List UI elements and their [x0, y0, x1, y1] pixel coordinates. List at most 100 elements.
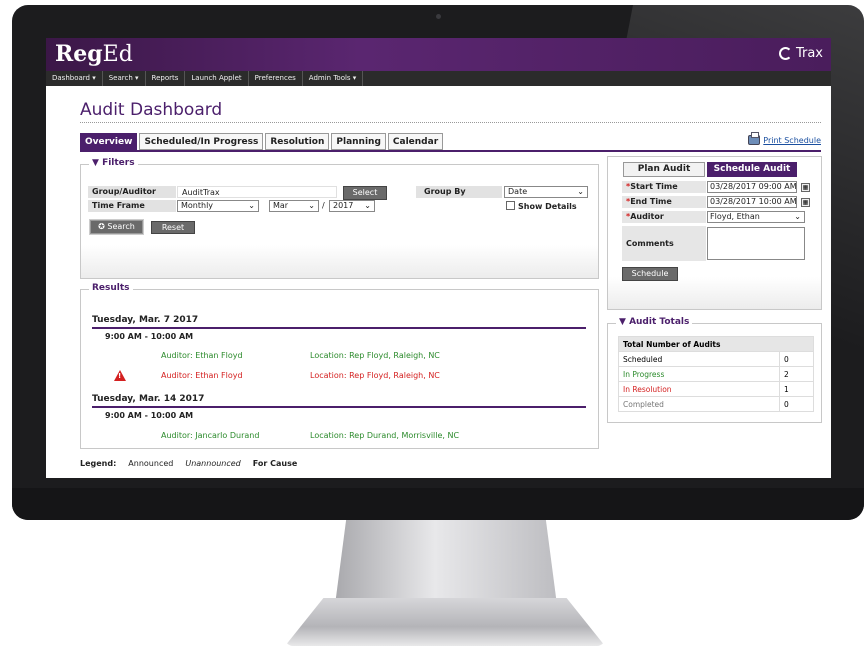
nav-launch-applet[interactable]: Launch Applet — [185, 71, 249, 86]
status-legend: Legend: Announced Unannounced For Cause — [80, 459, 297, 468]
tab-planning[interactable]: Planning — [331, 133, 386, 150]
monitor-chin — [12, 488, 864, 520]
totals-label: In Progress — [618, 366, 780, 382]
totals-count: 2 — [779, 366, 814, 382]
comments-textarea[interactable] — [707, 227, 805, 260]
tab-plan-audit[interactable]: Plan Audit — [623, 162, 705, 177]
auditor-select[interactable]: Floyd, Ethan ⌄ — [707, 211, 805, 223]
printer-icon — [748, 132, 761, 145]
month-select[interactable]: Mar ⌄ — [269, 200, 319, 212]
chevron-down-icon: ⌄ — [794, 212, 801, 221]
group-by-label: Group By — [424, 187, 466, 196]
location-text: Location: Rep Floyd, Raleigh, NC — [310, 351, 440, 360]
time-frame-value: Monthly — [181, 201, 214, 210]
nav-dashboard[interactable]: Dashboard ▾ — [46, 71, 103, 86]
results-legend: Results — [89, 283, 133, 293]
totals-label: In Resolution — [618, 381, 780, 397]
totals-count: 1 — [779, 381, 814, 397]
dashboard-tabs: Overview Scheduled/In Progress Resolutio… — [80, 133, 444, 150]
tab-resolution[interactable]: Resolution — [265, 133, 330, 150]
day-divider — [92, 406, 586, 408]
time-frame-label: Time Frame — [92, 201, 145, 210]
title-divider — [80, 122, 821, 123]
totals-label: Scheduled — [618, 351, 780, 367]
table-row: In Resolution 1 — [618, 381, 814, 397]
table-row: In Progress 2 — [618, 366, 814, 382]
location-text: Location: Rep Durand, Morrisville, NC — [310, 431, 460, 440]
month-value: Mar — [273, 201, 289, 210]
audit-totals-table: Total Number of Audits Scheduled 0 In Pro… — [618, 336, 814, 412]
reset-button[interactable]: Reset — [151, 221, 195, 234]
chevron-down-icon: ⌄ — [364, 201, 371, 210]
nav-preferences[interactable]: Preferences — [249, 71, 303, 86]
nav-reports[interactable]: Reports — [146, 71, 186, 86]
day-heading: Tuesday, Mar. 7 2017 — [92, 315, 199, 325]
tab-calendar[interactable]: Calendar — [387, 133, 444, 150]
results-panel: Results Tuesday, Mar. 7 2017 9:00 AM - 1… — [80, 283, 599, 449]
calendar-icon[interactable]: ▦ — [801, 198, 810, 207]
year-value: 2017 — [333, 201, 354, 210]
group-by-select[interactable]: Date ⌄ — [504, 186, 588, 198]
trax-icon — [778, 47, 792, 60]
show-details-checkbox[interactable] — [506, 201, 515, 210]
start-time-field[interactable]: 03/28/2017 09:00 AM — [707, 181, 797, 193]
end-time-label: *End Time — [622, 196, 706, 208]
tab-scheduled-in-progress[interactable]: Scheduled/In Progress — [139, 133, 264, 150]
tab-schedule-audit[interactable]: Schedule Audit — [707, 162, 797, 177]
tab-overview[interactable]: Overview — [80, 133, 138, 150]
filters-legend[interactable]: ▼ Filters — [89, 158, 138, 168]
trax-brand: Trax — [778, 46, 823, 61]
search-icon: ✪ — [98, 222, 105, 231]
print-schedule-link[interactable]: Print Schedule — [748, 132, 821, 145]
audit-totals-legend[interactable]: ▼ Audit Totals — [616, 317, 693, 327]
filters-panel: ▼ Filters Group/Auditor AuditTrax Select… — [80, 158, 599, 279]
day-divider — [92, 327, 586, 329]
trax-label: Trax — [795, 46, 823, 61]
auditor-link[interactable]: Auditor: Ethan Floyd — [161, 371, 243, 380]
print-schedule-label: Print Schedule — [763, 135, 821, 145]
time-slot: 9:00 AM - 10:00 AM — [105, 332, 194, 341]
time-frame-select[interactable]: Monthly ⌄ — [177, 200, 259, 212]
auditor-link[interactable]: Auditor: Ethan Floyd — [161, 351, 243, 360]
camera-dot — [436, 14, 441, 19]
warning-icon: ! — [114, 370, 126, 381]
reged-logo: RegEd — [55, 41, 133, 67]
auditor-label: *Auditor — [622, 211, 706, 223]
date-separator: / — [322, 201, 325, 210]
chevron-down-icon: ⌄ — [248, 201, 255, 210]
page-title: Audit Dashboard — [80, 100, 223, 120]
legend-label: Legend: — [80, 459, 117, 468]
group-auditor-field[interactable]: AuditTrax — [177, 186, 337, 198]
totals-count: 0 — [779, 396, 814, 412]
calendar-icon[interactable]: ▦ — [801, 183, 810, 192]
chevron-down-icon: ⌄ — [577, 187, 584, 196]
group-by-value: Date — [508, 187, 528, 196]
nav-search[interactable]: Search ▾ — [103, 71, 146, 86]
table-row: Completed 0 — [618, 396, 814, 412]
schedule-panel: Plan Audit Schedule Audit *Start Time 03… — [607, 156, 822, 310]
end-time-field[interactable]: 03/28/2017 10:00 AM — [707, 196, 797, 208]
time-slot: 9:00 AM - 10:00 AM — [105, 411, 194, 420]
legend-announced: Announced — [128, 459, 174, 468]
location-text: Location: Rep Floyd, Raleigh, NC — [310, 371, 440, 380]
year-select[interactable]: 2017 ⌄ — [329, 200, 375, 212]
tab-underline — [80, 150, 821, 152]
totals-count: 0 — [779, 351, 814, 367]
top-banner: RegEd Trax — [46, 38, 831, 71]
nav-admin-tools[interactable]: Admin Tools ▾ — [303, 71, 364, 86]
legend-unannounced: Unannounced — [185, 459, 241, 468]
group-auditor-label: Group/Auditor — [92, 187, 156, 196]
stage: RegEd Trax Dashboard ▾ Search ▾ Reports … — [0, 0, 867, 649]
schedule-button[interactable]: Schedule — [622, 267, 678, 281]
totals-label: Completed — [618, 396, 780, 412]
select-button[interactable]: Select — [343, 186, 387, 200]
totals-header: Total Number of Audits — [618, 336, 814, 352]
legend-for-cause: For Cause — [252, 459, 298, 468]
main-nav: Dashboard ▾ Search ▾ Reports Launch Appl… — [46, 71, 831, 86]
monitor-neck — [335, 520, 557, 605]
monitor-base — [285, 598, 605, 646]
auditor-link[interactable]: Auditor: Jancarlo Durand — [161, 431, 259, 440]
start-time-label: *Start Time — [622, 181, 706, 193]
audit-totals-panel: ▼ Audit Totals Total Number of Audits Sc… — [607, 317, 822, 423]
search-button[interactable]: ✪ Search — [90, 220, 143, 234]
